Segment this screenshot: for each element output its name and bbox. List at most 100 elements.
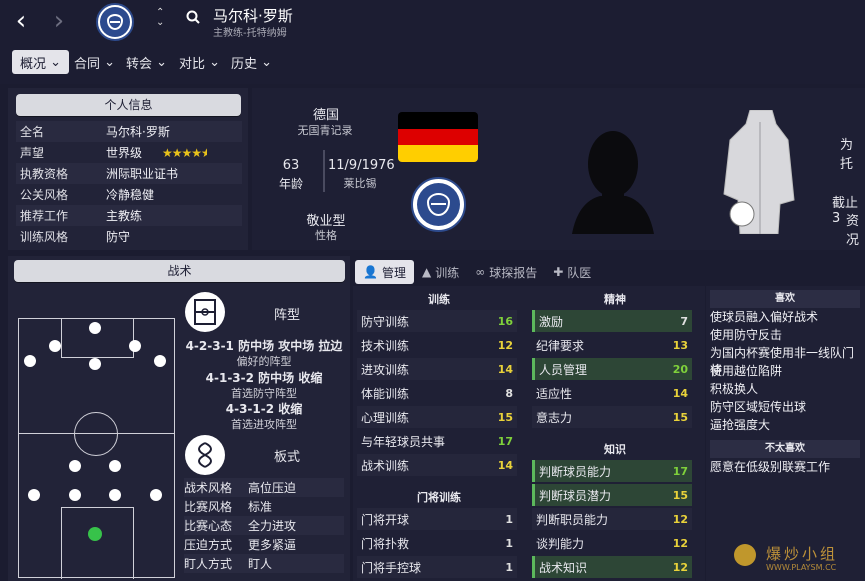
attribute-name: 门将开球 (361, 512, 410, 527)
player-dot (69, 489, 81, 501)
age-value: 63 (282, 158, 300, 173)
preference-item: 逼抢强度大 (710, 418, 771, 432)
manager-silhouette-icon (560, 112, 666, 234)
style-key: 压迫方式 (184, 538, 233, 552)
attribute-row[interactable]: 意志力 15 (532, 406, 692, 428)
search-icon[interactable] (186, 10, 200, 24)
player-dot (109, 460, 121, 472)
attribute-row[interactable]: 技术训练 12 (357, 334, 517, 356)
attribute-row[interactable]: 门将手控球 1 (357, 556, 517, 578)
style-key: 战术风格 (184, 481, 233, 495)
attribute-row[interactable]: 与年轻球员共事 17 (357, 430, 517, 452)
manager-subtitle: 主教练-托特纳姆 (213, 28, 287, 39)
kit-jacket-icon (720, 109, 800, 235)
attribute-name: 人员管理 (539, 362, 588, 377)
style-row: 比赛风格 标准 (184, 497, 344, 516)
preference-item: 防守区域短传出球 (710, 400, 807, 414)
formation-caption: 偏好的阵型 (236, 355, 292, 368)
info-value: 马尔科·罗斯 (106, 125, 170, 139)
club-crest-large-icon[interactable] (411, 177, 466, 232)
attribute-name: 纪律要求 (536, 338, 585, 353)
attribute-row[interactable]: 判断球员能力 17 (532, 460, 692, 482)
back-icon[interactable]: ‹ (6, 6, 36, 36)
info-row: 执教资格 洲际职业证书 (16, 163, 242, 184)
player-dot (24, 355, 36, 367)
info-key: 声望 (20, 146, 45, 160)
tab-management[interactable]: 👤 管理 (355, 260, 414, 284)
center-circle (74, 412, 118, 456)
attribute-value: 16 (497, 314, 513, 328)
attribute-row[interactable]: 判断球员潜力 15 (532, 484, 692, 506)
attribute-value: 17 (672, 464, 688, 478)
menu-label: 对比 (179, 56, 206, 72)
youth-record: 无国青记录 (297, 124, 353, 137)
info-row: 全名 马尔科·罗斯 (16, 121, 242, 142)
side-text-top: 为托 (840, 138, 854, 172)
attribute-row[interactable]: 防守训练 16 (357, 310, 517, 332)
menu-history[interactable]: 历史 ⌄ (231, 50, 272, 74)
attribute-row[interactable]: 判断职员能力 12 (532, 508, 692, 530)
watermark-logo-icon (734, 544, 756, 566)
attribute-row[interactable]: 门将开球 1 (357, 508, 517, 530)
personal-info-header: 个人信息 (16, 94, 241, 116)
style-row: 战术风格 高位压迫 (184, 478, 344, 497)
attribute-name: 技术训练 (361, 338, 410, 353)
attribute-row[interactable]: 人员管理 20 (532, 358, 692, 380)
birthplace: 莱比锡 (343, 177, 377, 190)
attribute-row[interactable]: 心理训练 15 (357, 406, 517, 428)
player-dot (49, 340, 61, 352)
attribute-value: 1 (505, 560, 513, 574)
attribute-name: 体能训练 (361, 386, 410, 401)
player-dot (69, 460, 81, 472)
tab-label: 球探报告 (489, 265, 538, 280)
tab-label: 管理 (381, 265, 406, 280)
binoculars-icon: ∞ (475, 265, 486, 279)
attribute-name: 激励 (539, 314, 564, 329)
menu-compare[interactable]: 对比 ⌄ (179, 50, 220, 74)
reputation-stars-icon: ★★★★★ (162, 145, 208, 160)
attribute-name: 与年轻球员共事 (361, 434, 446, 449)
attribute-row[interactable]: 适应性 14 (532, 382, 692, 404)
tab-label: 队医 (567, 265, 592, 280)
personality-label: 性格 (315, 229, 337, 242)
attribute-row[interactable]: 战术训练 14 (357, 454, 517, 476)
menu-transfer[interactable]: 转会 ⌄ (126, 50, 167, 74)
attribute-name: 谈判能力 (536, 536, 585, 551)
formation-caption: 首选进攻阵型 (231, 418, 297, 431)
menu-contract[interactable]: 合同 ⌄ (74, 50, 115, 74)
dna-icon (185, 435, 225, 475)
player-dot (89, 322, 101, 334)
side-text-mid2: 资况 (846, 214, 860, 248)
attribute-row[interactable]: 体能训练 8 (357, 382, 517, 404)
tab-medical[interactable]: ✚ 队医 (545, 260, 599, 284)
attribute-row[interactable]: 门将扑救 1 (357, 532, 517, 554)
attribute-value: 13 (672, 338, 688, 352)
style-row: 盯人方式 盯人 (184, 554, 344, 573)
attribute-value: 15 (672, 488, 688, 502)
attribute-row[interactable]: 纪律要求 13 (532, 334, 692, 356)
tab-training[interactable]: ▲ 训练 (414, 260, 467, 284)
formation-line: 4-2-3-1 防中场 攻中场 拉边 (185, 339, 343, 353)
menu-label: 概况 (20, 56, 47, 72)
attribute-row[interactable]: 激励 7 (532, 310, 692, 332)
info-row: 公关风格 冷静稳健 (16, 184, 242, 205)
attribute-value: 1 (505, 536, 513, 550)
attribute-row[interactable]: 战术知识 12 (532, 556, 692, 578)
tab-scouting[interactable]: ∞ 球探报告 (467, 260, 545, 284)
attribute-row[interactable]: 谈判能力 12 (532, 532, 692, 554)
attribute-value: 14 (497, 362, 513, 376)
attribute-row[interactable]: 进攻训练 14 (357, 358, 517, 380)
attribute-name: 判断球员能力 (539, 464, 612, 479)
goalkeeper-dot (88, 527, 102, 541)
attribute-value: 20 (672, 362, 688, 376)
forward-icon[interactable]: › (44, 6, 74, 36)
info-key: 全名 (20, 125, 45, 139)
attribute-name: 适应性 (536, 386, 573, 401)
dob-value: 11/9/1976 (328, 158, 395, 173)
club-crest-icon[interactable] (96, 3, 134, 41)
menu-overview[interactable]: 概况 ⌄ (12, 50, 70, 74)
info-row: 推荐工作 主教练 (16, 205, 242, 226)
info-row: 训练风格 防守 (16, 226, 242, 247)
sort-arrows-icon[interactable]: ⌃ ⌄ (156, 8, 164, 28)
preference-item: 使球员融入偏好战术 (710, 310, 819, 324)
